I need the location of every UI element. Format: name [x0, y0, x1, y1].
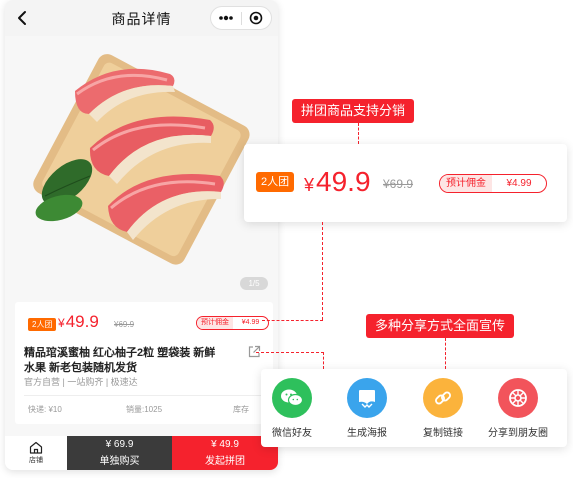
- share-label: 分享到朋友圈: [488, 428, 548, 439]
- share-to-moments[interactable]: 分享到朋友圈: [480, 378, 556, 439]
- home-icon: [29, 441, 43, 454]
- connector-line: [256, 352, 324, 353]
- mini-program-capsule: [210, 6, 272, 30]
- commission-label-large: 预计佣金: [440, 175, 492, 192]
- image-counter: 1/5: [240, 277, 268, 290]
- service-tags: 官方自营 | 一站购齐 | 极速达: [24, 377, 138, 387]
- commission-badge-large: 预计佣金 ¥4.99: [439, 174, 547, 193]
- share-copy-link[interactable]: 复制链接: [405, 378, 481, 439]
- solo-label: 单独购买: [99, 456, 140, 467]
- group-price-large: ¥49.9: [304, 166, 371, 197]
- share-options-card: 微信好友 生成海报 复制链接 分享到朋友圈: [261, 369, 567, 447]
- connector-line: [323, 352, 324, 369]
- product-info-card: 2人团 ¥49.9 ¥69.9 预计佣金 ¥4.99 精品琯溪蜜柚 红心柚子2粒…: [15, 302, 273, 424]
- product-title-line-2: 水果 新老包装随机发货: [24, 362, 138, 374]
- group-button-label: 发起拼团: [205, 456, 245, 467]
- connector-line: [322, 222, 323, 320]
- more-icon[interactable]: [211, 7, 241, 29]
- solo-buy-button[interactable]: ¥ 69.9 单独购买: [67, 436, 172, 470]
- poster-icon: [347, 378, 387, 418]
- store-button[interactable]: 店铺: [5, 436, 67, 470]
- price-callout-card: 2人团 ¥49.9 ¥69.9 预计佣金 ¥4.99: [244, 144, 567, 222]
- commission-value: ¥4.99: [241, 319, 260, 326]
- group-badge-large: 2人团: [256, 172, 295, 192]
- commission-value-large: ¥4.99: [506, 178, 532, 189]
- link-icon: [423, 378, 463, 418]
- connector-line: [262, 320, 323, 321]
- stock-count: 库存: [233, 405, 249, 414]
- original-price: ¥69.9: [114, 320, 135, 329]
- wechat-icon: [272, 378, 312, 418]
- navbar: 商品详情: [5, 0, 278, 36]
- store-label: 店铺: [29, 457, 43, 464]
- moments-icon: [498, 378, 538, 418]
- connector-line: [445, 338, 446, 369]
- close-target-icon[interactable]: [242, 7, 272, 29]
- share-generate-poster[interactable]: 生成海报: [329, 378, 405, 439]
- product-image[interactable]: [5, 36, 278, 296]
- group-badge: 2人团: [28, 318, 57, 331]
- solo-price: ¥ 69.9: [105, 439, 134, 450]
- product-title-line-1: 精品琯溪蜜柚 红心柚子2粒 塑袋装 新鲜: [24, 347, 216, 359]
- share-label: 复制链接: [423, 428, 463, 439]
- share-label: 微信好友: [272, 428, 312, 439]
- share-label: 生成海报: [347, 428, 387, 439]
- commission-label: 预计佣金: [197, 317, 233, 329]
- sales-count: 销量:1025: [126, 405, 163, 414]
- shipping-fee: 快递: ¥10: [28, 405, 62, 414]
- callout-tag-distribution: 拼团商品支持分销: [292, 99, 415, 123]
- bottom-action-bar: 店铺 ¥ 69.9 单独购买 ¥ 49.9 发起拼团: [5, 436, 278, 470]
- phone-screen: 商品详情 1/5 2人团 ¥49.9 ¥69.9 预计佣金 ¥4.99 精品琯溪…: [5, 0, 278, 470]
- original-price-large: ¥69.9: [383, 177, 414, 191]
- callout-tag-share: 多种分享方式全面宣传: [366, 314, 515, 338]
- divider: [24, 395, 264, 396]
- group-button-price: ¥ 49.9: [211, 439, 239, 450]
- share-wechat-friend[interactable]: 微信好友: [254, 378, 330, 439]
- commission-badge: 预计佣金 ¥4.99: [196, 316, 269, 330]
- group-price: ¥49.9: [58, 312, 99, 331]
- connector-line: [358, 123, 359, 144]
